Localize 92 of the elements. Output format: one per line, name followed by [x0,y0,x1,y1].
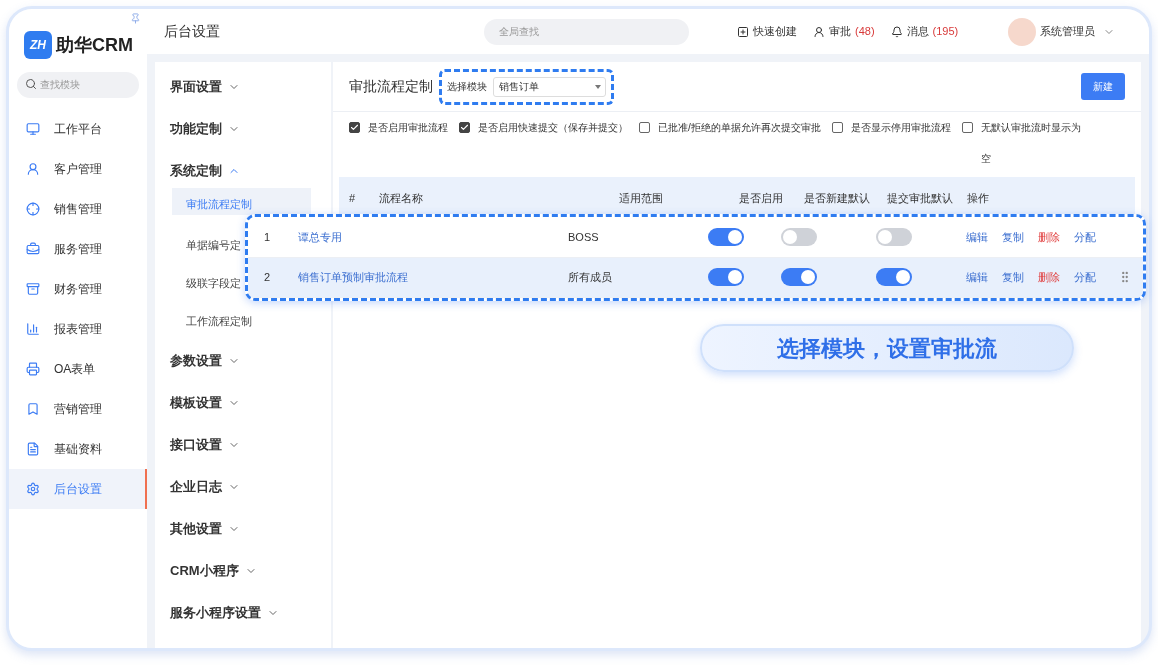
toggle-switch[interactable] [876,227,912,246]
add-icon [737,25,749,38]
submenu-item[interactable]: 审批流程定制 [172,188,311,215]
toggle-switch[interactable] [708,268,744,287]
column-header: 适用范围 [618,190,664,206]
option-label: 是否启用快速提交（保存并提交） [478,121,628,135]
settings-icon [26,482,40,496]
column-header: # [348,190,357,206]
toggle-switch[interactable] [708,227,744,246]
toggle-switch[interactable] [876,268,912,287]
sidebar-item[interactable]: 工作平台 [9,109,147,149]
global-search-field[interactable]: 全局查找 [484,18,689,45]
submenu-item[interactable]: 级联字段定 [172,264,241,302]
checkbox[interactable] [961,122,973,133]
bar-chart-icon [26,322,40,336]
checkbox[interactable] [831,122,843,133]
delete-link[interactable]: 删除 [1038,228,1060,245]
submenu-group[interactable]: CRM小程序 [170,550,331,592]
section-title: 审批流程定制 [349,77,433,96]
flow-name-link[interactable]: 谭总专用 [288,228,558,245]
dropdown-caret-icon [595,84,601,89]
toolbar-button[interactable]: 审批 (48) [813,23,875,40]
sidebar-item[interactable]: 服务管理 [9,229,147,269]
module-select-label: 选择模块 [447,80,487,94]
sidebar-item[interactable]: 报表管理 [9,309,147,349]
new-button[interactable]: 新建 [1081,73,1125,100]
submenu-group[interactable]: 服务小程序设置 [170,592,331,634]
sidebar-item[interactable]: 客户管理 [9,149,147,189]
action-link[interactable]: 编辑 [966,269,988,286]
callout-banner: 选择模块，设置审批流 [700,324,1074,372]
bookmark-icon [26,402,40,416]
user-icon [813,25,825,38]
table-cell-text: BOSS [567,229,600,245]
table-cell-text: 所有成员 [567,270,613,285]
submenu-group[interactable]: 模板设置 [170,382,331,424]
column-header: 提交审批默认 [886,190,954,206]
submenu-group[interactable]: 接口设置 [170,424,331,466]
toolbar-button[interactable]: 消息 (195) [890,23,959,40]
submenu-group[interactable]: 企业日志 [170,466,331,508]
submenu-group[interactable]: 界面设置 [170,66,331,108]
user-icon [26,162,40,176]
action-link[interactable]: 分配 [1074,228,1096,245]
action-link[interactable]: 分配 [1074,269,1096,286]
checkbox[interactable] [639,122,650,133]
column-header: 操作 [966,190,990,206]
toolbar-button[interactable]: 快速创建 [737,23,797,40]
monitor-icon [26,122,40,136]
page-title: 后台设置 [164,22,221,41]
sidebar-item[interactable]: 后台设置 [9,469,147,509]
pin-icon[interactable] [130,13,141,24]
submenu-group[interactable]: 功能定制 [170,108,331,150]
option-label: 是否显示停用审批流程 [850,121,951,135]
column-header: 是否新建默认 [803,190,871,206]
bell-icon [890,25,903,38]
action-link[interactable]: 复制 [1002,269,1024,286]
user-name[interactable]: 系统管理员 [1040,23,1096,40]
toggle-switch[interactable] [781,227,817,246]
toggle-switch[interactable] [781,268,817,287]
column-header: 是否启用 [738,190,784,206]
target-icon [26,202,40,216]
checkbox[interactable] [459,122,470,133]
sidebar-item[interactable]: OA表单 [9,349,147,389]
archive-icon [26,282,40,296]
sidebar-item[interactable]: 基础资料 [9,429,147,469]
option-label: 是否启用审批流程 [368,121,448,135]
submenu-group[interactable]: 其他设置 [170,508,331,550]
table-row[interactable]: 1 谭总专用 BOSS 编辑 复制 删除 分配 [248,217,1143,258]
checkbox[interactable] [349,122,360,133]
action-link[interactable]: 编辑 [966,228,988,245]
document-icon [26,442,40,456]
sidebar-item[interactable]: 营销管理 [9,389,147,429]
column-header: 流程名称 [378,190,424,206]
option-label: 已批准/拒绝的单据允许再次提交审批 [658,121,821,135]
table-cell-text: 2 [263,270,272,285]
submenu-group[interactable]: 参数设置 [170,340,331,382]
flow-name-link[interactable]: 销售订单预制审批流程 [288,269,558,286]
sidebar-item[interactable]: 销售管理 [9,189,147,229]
submenu-item[interactable]: 单据编号定 [172,226,241,264]
option-label: 无默认审批流时显示为空 [980,121,1082,166]
table-row[interactable]: 2 销售订单预制审批流程 所有成员 编辑 复制 删除 分配 [248,257,1143,298]
logo-text: 助华CRM [56,33,133,57]
sidebar-item[interactable]: 财务管理 [9,269,147,309]
module-select[interactable]: 销售订单 [493,76,606,97]
delete-link[interactable]: 删除 [1038,269,1060,286]
action-link[interactable]: 复制 [1002,228,1024,245]
search-icon [25,78,37,90]
logo-mark: ZH [24,31,52,59]
submenu-item[interactable]: 工作流程定制 [172,302,252,340]
search-field[interactable]: 查找模块 [17,71,139,98]
printer-icon [26,362,40,376]
table-cell-text: 1 [263,229,272,245]
briefcase-icon [26,242,40,256]
